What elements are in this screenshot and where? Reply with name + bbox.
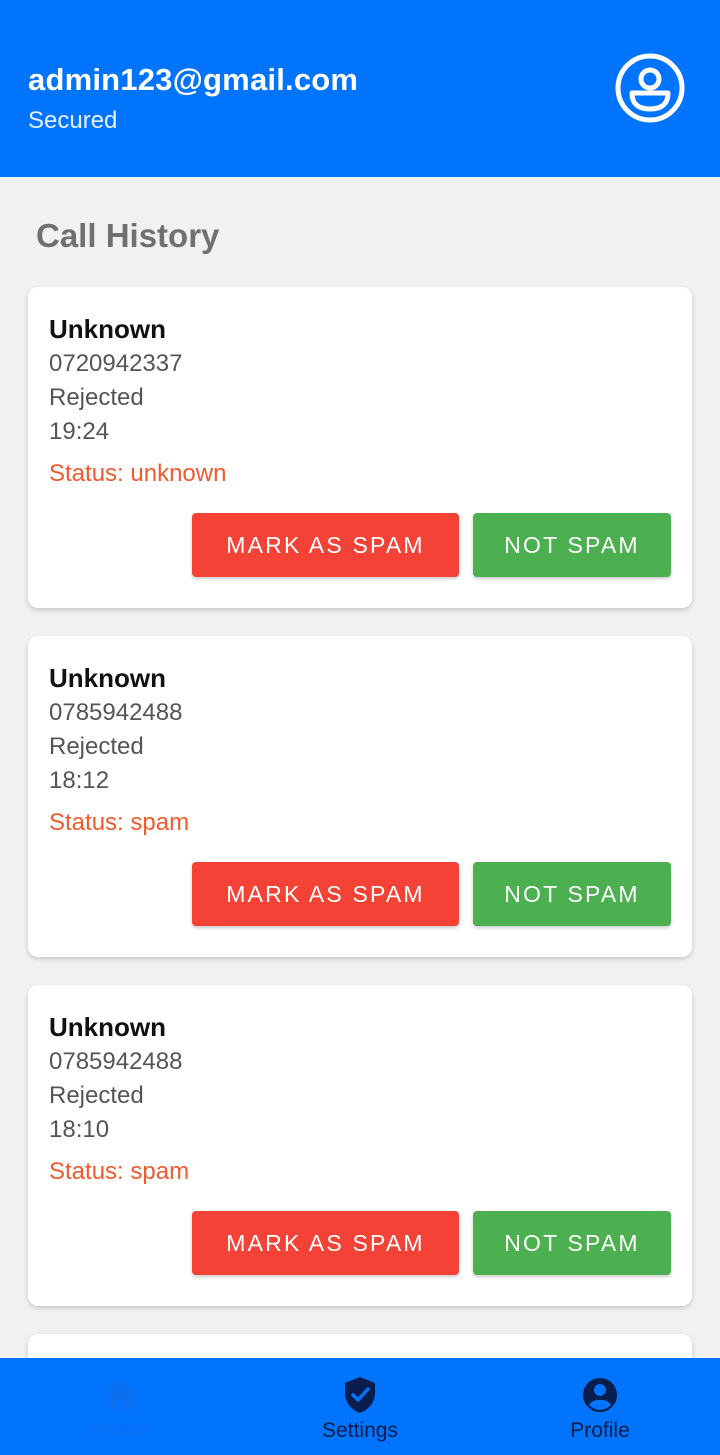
call-status: Status: spam <box>49 1158 190 1185</box>
shield-check-icon <box>345 1377 375 1413</box>
call-card: Unknown 0785942488 Rejected 18:10 Status… <box>28 985 692 1306</box>
call-card: Unknown 0720942337 Rejected 19:24 Status… <box>28 287 692 608</box>
nav-item-settings[interactable]: Settings <box>240 1358 480 1455</box>
nav-label-home: Home <box>91 1419 149 1442</box>
caller-number: 0785942488 <box>49 699 183 726</box>
security-status: Secured <box>28 107 118 134</box>
account-circle-icon <box>615 53 685 123</box>
caller-number: 0720942337 <box>49 350 183 377</box>
mark-as-spam-button[interactable]: MARK AS SPAM <box>192 513 459 577</box>
caller-name: Unknown <box>49 663 166 693</box>
home-icon <box>104 1380 136 1410</box>
mark-as-spam-button[interactable]: MARK AS SPAM <box>192 1211 459 1275</box>
bottom-navigation: Home Settings Profile <box>0 1358 720 1455</box>
not-spam-button[interactable]: NOT SPAM <box>473 1211 671 1275</box>
call-type: Rejected <box>49 1082 144 1109</box>
call-time: 18:12 <box>49 767 110 794</box>
account-circle-icon <box>583 1378 617 1412</box>
profile-avatar-button[interactable] <box>613 51 687 125</box>
nav-label-settings: Settings <box>322 1419 398 1442</box>
call-card: Unknown 0785942488 Rejected 18:12 Status… <box>28 636 692 957</box>
caller-name: Unknown <box>49 314 166 344</box>
caller-name: Unknown <box>49 1012 166 1042</box>
call-time: 19:24 <box>49 418 110 445</box>
nav-item-home[interactable]: Home <box>0 1358 240 1455</box>
call-history-list: Unknown 0720942337 Rejected 19:24 Status… <box>28 287 692 1422</box>
nav-item-profile[interactable]: Profile <box>480 1358 720 1455</box>
nav-label-profile: Profile <box>570 1419 630 1442</box>
mark-as-spam-button[interactable]: MARK AS SPAM <box>192 862 459 926</box>
not-spam-button[interactable]: NOT SPAM <box>473 513 671 577</box>
call-time: 18:10 <box>49 1116 110 1143</box>
app-screen: admin123@gmail.com Secured Call History … <box>0 0 720 1455</box>
not-spam-button[interactable]: NOT SPAM <box>473 862 671 926</box>
app-header: admin123@gmail.com Secured <box>0 0 720 177</box>
call-status: Status: spam <box>49 809 190 836</box>
page-title: Call History <box>36 217 220 254</box>
call-type: Rejected <box>49 384 144 411</box>
account-email: admin123@gmail.com <box>28 62 359 97</box>
caller-number: 0785942488 <box>49 1048 183 1075</box>
call-status: Status: unknown <box>49 460 227 487</box>
call-type: Rejected <box>49 733 144 760</box>
